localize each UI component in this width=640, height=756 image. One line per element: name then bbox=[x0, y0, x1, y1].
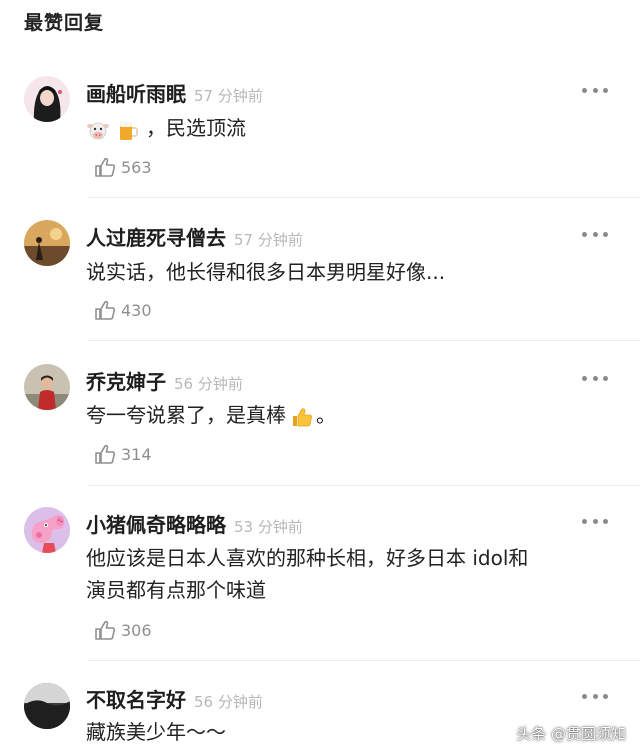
section-title: 最赞回复 bbox=[24, 12, 105, 34]
like-button[interactable]: 306 bbox=[94, 619, 152, 641]
more-options-icon[interactable] bbox=[580, 224, 610, 244]
avatar[interactable] bbox=[24, 507, 70, 553]
thumbs-up-icon bbox=[95, 444, 116, 464]
comment-text: 藏族美少年～～ bbox=[86, 720, 226, 744]
watermark: 头条 @贯圆须知 bbox=[516, 725, 626, 743]
username[interactable]: 画船听雨眠 57 分钟前 bbox=[86, 78, 263, 107]
avatar-landscape-image bbox=[24, 220, 70, 266]
comment-text: 夸一夸说累了，是真棒。 bbox=[86, 403, 336, 429]
divider bbox=[88, 197, 640, 198]
like-count: 306 bbox=[121, 620, 152, 640]
more-options-icon[interactable] bbox=[580, 686, 610, 706]
thumbs-up-icon bbox=[95, 157, 116, 177]
thumbs-up-icon bbox=[95, 620, 116, 640]
timestamp: 56 分钟前 bbox=[174, 375, 243, 393]
avatar[interactable] bbox=[24, 364, 70, 410]
divider bbox=[88, 660, 640, 661]
comment-text-line-2: 演员都有点那个味道 bbox=[86, 578, 266, 602]
divider bbox=[88, 485, 640, 486]
comment-text-line-1: 他应该是日本人喜欢的那种长相，好多日本 idol和 bbox=[86, 546, 529, 570]
timestamp: 57 分钟前 bbox=[234, 231, 303, 249]
cow-face-icon bbox=[86, 118, 110, 142]
avatar-girl-image bbox=[24, 76, 70, 122]
like-button[interactable]: 314 bbox=[94, 443, 152, 465]
like-button[interactable]: 430 bbox=[94, 299, 152, 321]
like-button[interactable]: 563 bbox=[94, 156, 152, 178]
like-count: 563 bbox=[121, 157, 152, 177]
like-count: 430 bbox=[121, 300, 152, 320]
more-options-icon[interactable] bbox=[580, 80, 610, 100]
comment-text: 说实话，他长得和很多日本男明星好像... bbox=[86, 260, 446, 284]
timestamp: 53 分钟前 bbox=[234, 518, 303, 536]
more-options-icon[interactable] bbox=[580, 511, 610, 531]
beer-mug-icon bbox=[116, 118, 140, 142]
like-count: 314 bbox=[121, 444, 152, 464]
comment-text: ，民选顶流 bbox=[86, 112, 246, 144]
username[interactable]: 人过鹿死寻僧去 57 分钟前 bbox=[86, 222, 303, 251]
avatar-peppa-pig-image bbox=[24, 507, 70, 553]
username[interactable]: 小猪佩奇略略略 53 分钟前 bbox=[86, 509, 303, 538]
timestamp: 57 分钟前 bbox=[194, 87, 263, 105]
avatar[interactable] bbox=[24, 683, 70, 729]
username[interactable]: 乔克婶子 56 分钟前 bbox=[86, 366, 243, 395]
avatar[interactable] bbox=[24, 220, 70, 266]
avatar-person-image bbox=[24, 364, 70, 410]
divider bbox=[88, 340, 640, 341]
avatar-dark-scene-image bbox=[24, 683, 70, 729]
avatar[interactable] bbox=[24, 76, 70, 122]
timestamp: 56 分钟前 bbox=[194, 693, 263, 711]
thumbs-up-emoji-icon bbox=[290, 405, 314, 429]
thumbs-up-icon bbox=[95, 300, 116, 320]
username[interactable]: 不取名字好 56 分钟前 bbox=[86, 684, 263, 713]
more-options-icon[interactable] bbox=[580, 368, 610, 388]
